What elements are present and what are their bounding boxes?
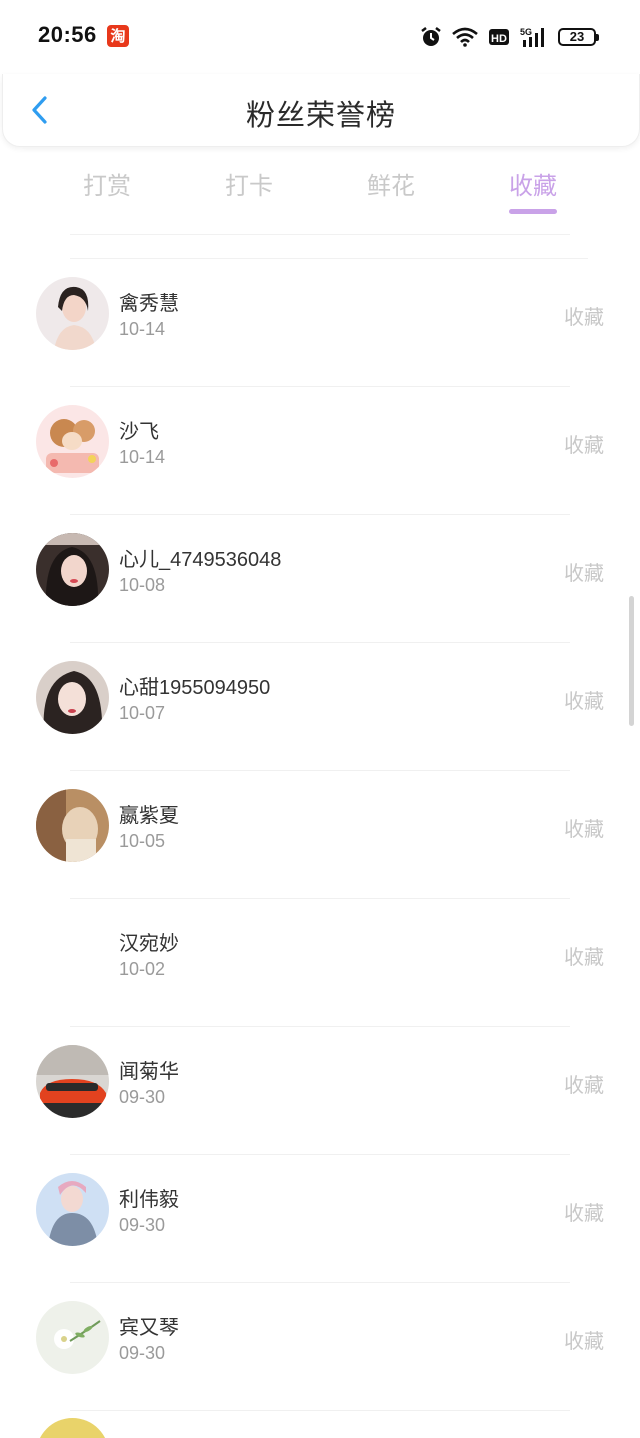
fan-date: 10-14 (119, 447, 166, 467)
avatar[interactable] (36, 1045, 109, 1118)
fan-date: 10-07 (119, 703, 166, 723)
divider (70, 1410, 570, 1411)
svg-text:HD: HD (491, 33, 507, 45)
signal-5g-icon: 5G (520, 27, 544, 47)
car-avatar-icon (36, 1045, 109, 1118)
flower-avatar-icon (36, 1301, 109, 1374)
tab-checkin[interactable]: 打卡 (199, 166, 299, 201)
favorite-label: 收藏 (564, 1329, 604, 1353)
fan-name: 闻菊华 (119, 1061, 179, 1083)
fan-name: 宾又琴 (119, 1317, 179, 1339)
list-item[interactable]: 心甜1955094950 10-07 收藏 (0, 643, 640, 771)
avatar[interactable] (36, 917, 109, 990)
list-item[interactable]: 心儿_4749536048 10-08 收藏 (0, 515, 640, 643)
list-item[interactable]: 利伟毅 09-30 收藏 (0, 1155, 640, 1283)
list-item[interactable]: 沙飞 10-14 收藏 (0, 387, 640, 515)
fan-name: 禽秀慧 (119, 293, 179, 315)
portrait-avatar-icon (36, 661, 109, 734)
list-item[interactable]: 禽秀慧 10-14 收藏 (0, 259, 640, 387)
fan-date: 10-02 (119, 959, 166, 979)
favorite-label: 收藏 (564, 305, 604, 329)
avatar[interactable] (36, 661, 109, 734)
fan-list[interactable]: 禽秀慧 10-14 收藏 沙飞 10-14 收藏 心儿_4749536048 1… (0, 259, 640, 1411)
photo-avatar-icon (36, 789, 109, 862)
system-icons: HD 5G 23 (420, 24, 599, 50)
fan-name: 嬴紫夏 (119, 805, 179, 827)
avatar[interactable] (36, 277, 109, 350)
list-item[interactable]: 宾又琴 09-30 收藏 (0, 1283, 640, 1411)
avatar[interactable] (36, 405, 109, 478)
favorite-label: 收藏 (564, 945, 604, 969)
avatar[interactable] (36, 1173, 109, 1246)
favorite-label: 收藏 (564, 689, 604, 713)
header-bar: 粉丝荣誉榜 (2, 74, 640, 147)
fan-date: 10-14 (119, 319, 166, 339)
fan-date: 09-30 (119, 1087, 166, 1107)
favorite-label: 收藏 (564, 433, 604, 457)
list-item[interactable]: 汉宛妙 10-02 收藏 (0, 899, 640, 1027)
scrollbar[interactable] (629, 596, 634, 726)
favorite-label: 收藏 (564, 1073, 604, 1097)
tab-flowers[interactable]: 鲜花 (341, 166, 441, 201)
status-bar: 20:56 淘 HD 5G 23 (0, 0, 640, 74)
portrait-avatar-icon (36, 533, 109, 606)
wifi-icon (452, 27, 478, 47)
fan-name: 心儿_4749536048 (119, 549, 282, 571)
fan-name: 心甜1955094950 (119, 677, 271, 699)
hd-icon: HD (489, 29, 509, 45)
fan-date: 10-08 (119, 575, 166, 595)
portrait-avatar-icon (36, 1173, 109, 1246)
fan-date: 09-30 (119, 1343, 166, 1363)
tab-favorites[interactable]: 收藏 (483, 166, 583, 201)
list-item[interactable]: 嬴紫夏 10-05 收藏 (0, 771, 640, 899)
avatar[interactable] (36, 1301, 109, 1374)
avatar[interactable] (36, 789, 109, 862)
cartoon-avatar-icon (36, 405, 109, 478)
taobao-notification-icon: 淘 (107, 25, 129, 47)
fan-date: 10-05 (119, 831, 166, 851)
partial-avatar-icon (39, 1418, 106, 1438)
list-item[interactable]: 闻菊华 09-30 收藏 (0, 1027, 640, 1155)
alarm-icon (421, 27, 441, 46)
avatar[interactable] (36, 533, 109, 606)
favorite-label: 收藏 (564, 1201, 604, 1225)
battery-icon: 23 (558, 28, 599, 46)
active-tab-indicator (509, 209, 557, 214)
fan-name: 利伟毅 (119, 1189, 179, 1211)
page-title: 粉丝荣誉榜 (245, 98, 396, 132)
divider (70, 234, 570, 235)
favorite-label: 收藏 (564, 561, 604, 585)
favorite-label: 收藏 (564, 817, 604, 841)
portrait-avatar-icon (36, 277, 109, 350)
fan-name: 沙飞 (119, 421, 159, 443)
fan-date: 09-30 (119, 1215, 166, 1235)
svg-text:5G: 5G (520, 27, 532, 37)
tab-reward[interactable]: 打赏 (57, 166, 157, 201)
status-time: 20:56 (38, 22, 97, 47)
fan-name: 汉宛妙 (119, 933, 179, 955)
avatar[interactable] (36, 1418, 109, 1438)
